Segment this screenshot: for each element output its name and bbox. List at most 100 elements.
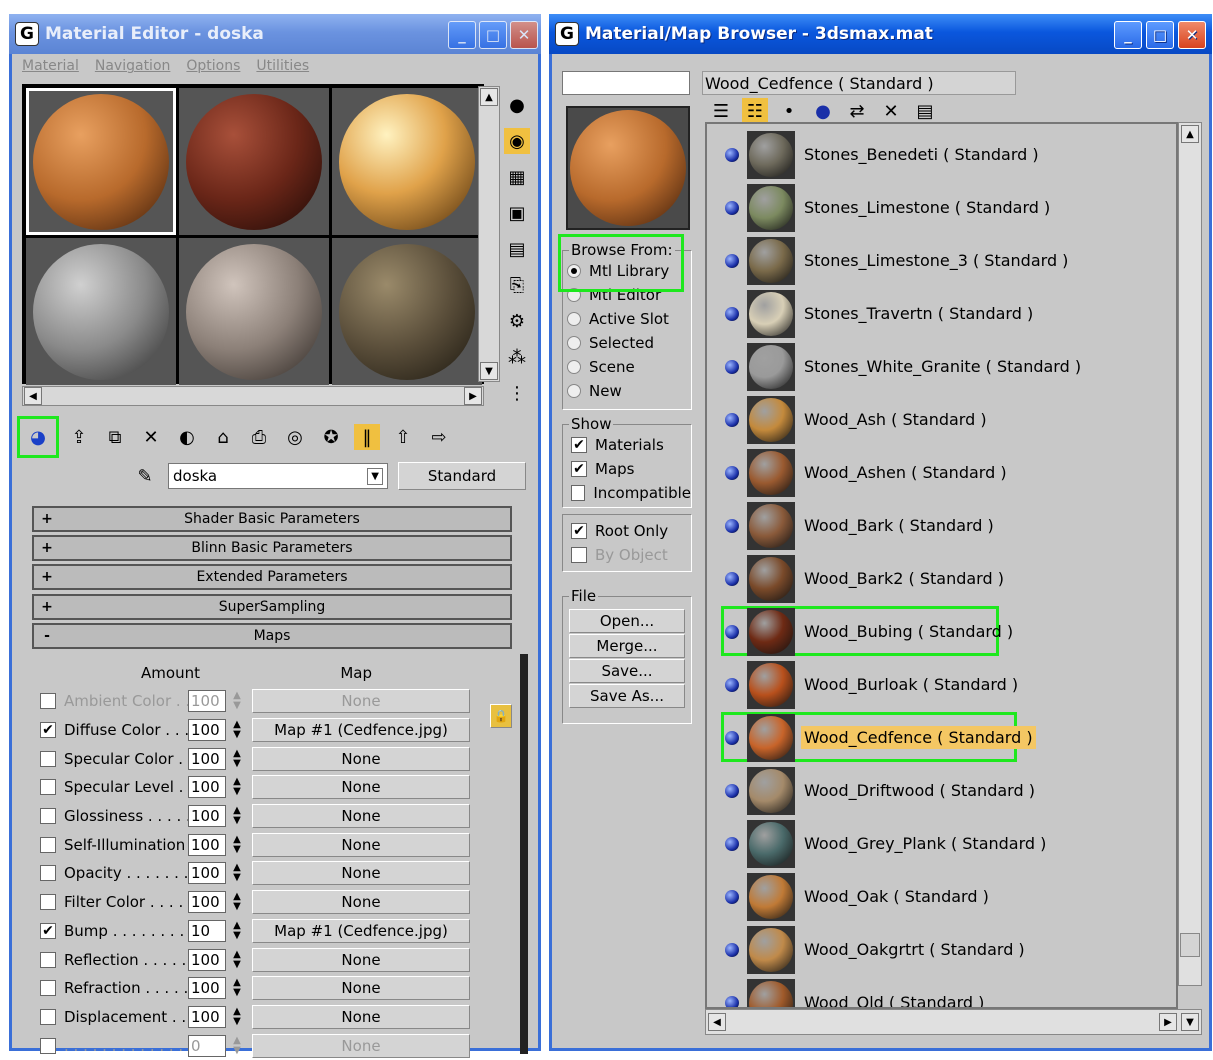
menu-material[interactable]: Material [22,58,79,74]
title-bar[interactable]: G Material Editor - doska _ □ ✕ [9,14,541,54]
map-checkbox[interactable] [40,836,56,853]
checkbox[interactable] [571,547,587,563]
map-checkbox[interactable] [40,750,56,767]
map-amount-field[interactable]: 100 [188,948,226,971]
map-amount-field[interactable]: 100 [188,776,226,799]
make-preview-icon[interactable]: ⎘ [504,272,530,298]
file-button[interactable]: Save... [569,659,685,683]
go-to-parent-icon[interactable]: ⇧ [390,424,416,450]
checkbox[interactable]: ✔ [571,523,587,539]
sample-slot[interactable] [332,238,482,385]
delete-from-library-icon[interactable]: ✕ [878,98,904,124]
file-button[interactable]: Merge... [569,634,685,658]
browse-from-option[interactable]: Active Slot [563,307,691,331]
sample-slot[interactable] [26,88,176,235]
spinner-icon[interactable]: ▲ ▼ [230,892,244,912]
sample-slot[interactable] [26,238,176,385]
material-list-item[interactable]: Wood_Bark ( Standard ) [707,499,997,552]
show-option[interactable]: ✔ Materials [563,433,691,457]
material-list-item[interactable]: Wood_Old ( Standard ) [707,976,987,1007]
map-amount-field[interactable]: 100 [188,805,226,828]
map-button[interactable]: None [252,976,470,1001]
map-amount-field[interactable]: 100 [188,977,226,1000]
title-bar[interactable]: G Material/Map Browser - 3dsmax.mat _ □ … [549,14,1212,54]
map-amount-field[interactable]: 0 [188,1034,226,1057]
map-checkbox[interactable] [40,1008,56,1025]
material-list-item[interactable]: Wood_Ashen ( Standard ) [707,446,1010,499]
make-unique-icon[interactable]: ⌂ [210,424,236,450]
slots-hscroll[interactable]: ◀ ▶ [22,386,484,406]
map-button[interactable]: None [252,861,470,886]
minimize-button[interactable]: _ [448,21,476,49]
scroll-left-icon[interactable]: ◀ [24,387,42,405]
sample-type-icon[interactable]: ● [504,92,530,118]
material-list-item[interactable]: Wood_Cedfence ( Standard ) [707,711,1036,764]
checkbox[interactable]: ✔ [571,437,587,453]
scroll-right-icon[interactable]: ▶ [464,387,482,405]
map-button[interactable]: Map #1 (Cedfence.jpg) [252,918,470,943]
list-vscroll[interactable]: ▲ [1178,122,1202,986]
clear-material-library-icon[interactable]: ▤ [912,98,938,124]
update-scene-icon[interactable]: ⇄ [844,98,870,124]
sample-slot[interactable] [332,88,482,235]
show-option[interactable]: ✔ Maps [563,457,691,481]
radio-button[interactable] [567,312,581,326]
rollout-supersampling[interactable]: + SuperSampling [32,594,512,620]
scroll-down-icon[interactable]: ▼ [480,362,498,380]
scroll-up-icon[interactable]: ▲ [480,88,498,106]
spinner-icon[interactable]: ▲ ▼ [230,949,244,970]
map-button[interactable]: None [252,890,470,915]
scroll-up-icon[interactable]: ▲ [1181,125,1199,143]
map-amount-field[interactable]: 100 [188,690,226,713]
map-checkbox[interactable] [40,894,56,911]
map-checkbox[interactable]: ✔ [40,722,56,739]
maximize-button[interactable]: □ [1146,21,1174,49]
pick-material-icon[interactable]: ✎ [132,463,158,489]
scroll-down-icon[interactable]: ▼ [1181,1013,1199,1031]
map-checkbox[interactable] [40,808,56,825]
scroll-thumb[interactable] [1180,933,1200,957]
close-button[interactable]: ✕ [510,21,538,49]
menu-utilities[interactable]: Utilities [256,58,309,74]
menu-options[interactable]: Options [186,58,240,74]
video-color-check-icon[interactable]: ▤ [504,236,530,262]
rollout-extended[interactable]: + Extended Parameters [32,564,512,590]
map-button[interactable]: None [252,689,470,714]
spinner-icon[interactable]: ▲ ▼ [230,920,244,941]
map-checkbox[interactable] [40,693,56,710]
close-button[interactable]: ✕ [1178,21,1206,49]
spinner-icon[interactable]: ▲ ▼ [230,834,244,855]
delete-icon[interactable]: ✕ [138,424,164,450]
rollup-scrollbar[interactable] [520,654,528,1054]
view-large-icons-icon[interactable]: ● [810,98,836,124]
put-to-library-icon[interactable]: ⎙ [246,424,272,450]
material-list-item[interactable]: Wood_Ash ( Standard ) [707,393,990,446]
radio-button[interactable] [567,336,581,350]
map-button[interactable]: None [252,804,470,829]
dropdown-arrow-icon[interactable]: ▼ [367,467,383,485]
material-list-item[interactable]: Wood_Bark2 ( Standard ) [707,552,1007,605]
material-effects-channel-icon[interactable]: ◎ [282,424,308,450]
map-button[interactable]: None [252,947,470,972]
maximize-button[interactable]: □ [479,21,507,49]
minimize-button[interactable]: _ [1114,21,1142,49]
material-list-item[interactable]: Stones_Limestone_3 ( Standard ) [707,234,1071,287]
file-button[interactable]: Save As... [569,684,685,708]
view-list-icons-icon[interactable]: ☷ [742,98,768,124]
search-input[interactable] [562,71,690,95]
view-small-icons-icon[interactable]: • [776,98,802,124]
options-icon[interactable]: ⚙ [504,308,530,334]
map-button[interactable]: None [252,775,470,800]
spinner-icon[interactable]: ▲ ▼ [230,777,244,797]
put-to-scene-icon[interactable]: ⇪ [66,424,92,450]
rollout-shader-basic[interactable]: + Shader Basic Parameters [32,506,512,532]
menu-navigation[interactable]: Navigation [95,58,171,74]
browse-from-option[interactable]: New [563,379,691,403]
material-list-item[interactable]: Wood_Burloak ( Standard ) [707,658,1021,711]
assign-material-icon[interactable]: ⧉ [102,424,128,450]
show-end-result-icon[interactable]: ‖ [354,424,380,450]
checkbox[interactable] [571,485,586,501]
material-name-field[interactable]: doska ▼ [168,463,388,489]
map-checkbox[interactable] [40,951,56,968]
view-list-icon[interactable]: ☰ [708,98,734,124]
